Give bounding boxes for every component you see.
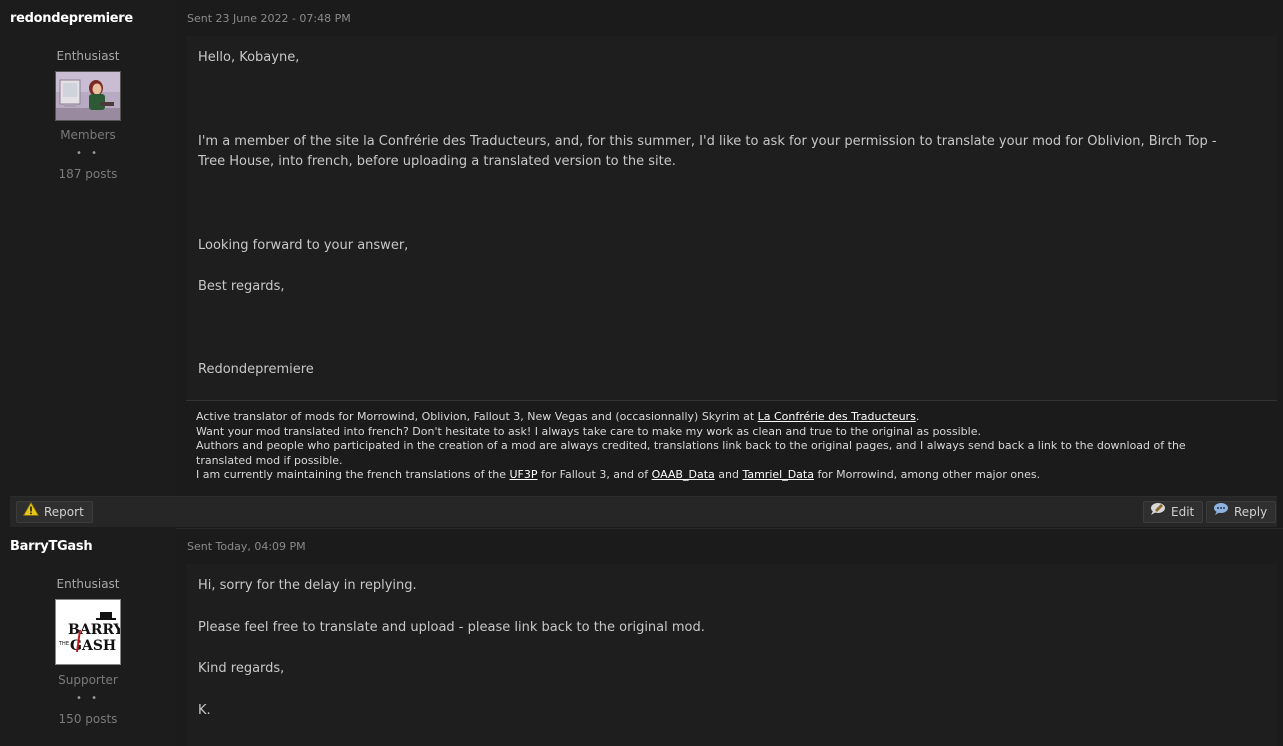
signature-link-tamriel[interactable]: Tamriel_Data (742, 468, 814, 481)
speech-bubble-pencil-icon (1150, 501, 1166, 523)
warning-triangle-icon (22, 501, 40, 523)
author-username[interactable]: redondepremiere (10, 11, 133, 26)
post-controls: Report Edit Reply (10, 496, 1277, 527)
signature-link-uf3p[interactable]: UF3P (510, 468, 538, 481)
author-info: BarryTGash Enthusiast BARRY THE GASH Sup… (0, 528, 176, 746)
avatar-text-top: BARRY (68, 622, 120, 638)
avatar-image (56, 72, 120, 120)
rank-pips: • • (76, 693, 100, 704)
reply-button[interactable]: Reply (1206, 501, 1277, 523)
post-count: 150 posts (58, 712, 118, 726)
speech-bubble-icon (1213, 501, 1229, 523)
member-group: Members (60, 128, 116, 142)
post-body: Hello, Kobayne, I'm a member of the site… (186, 36, 1277, 400)
signature-text: I am currently maintaining the french tr… (196, 468, 510, 482)
signature-link-oaab[interactable]: OAAB_Data (652, 468, 715, 481)
avatar-text-small: THE (58, 641, 69, 647)
signature-text: and (714, 468, 743, 482)
avatar[interactable] (55, 71, 121, 121)
signature-text: for Fallout 3, and of (537, 468, 652, 482)
post-paragraph: K. (198, 703, 211, 718)
signature-text: Active translator of mods for Morrowind,… (196, 410, 758, 423)
post-1: redondepremiere Enthusiast Members • • 1… (0, 0, 1283, 528)
post-2: BarryTGash Enthusiast BARRY THE GASH Sup… (0, 528, 1283, 746)
report-label: Report (44, 505, 84, 519)
author-info: redondepremiere Enthusiast Members • • 1… (0, 0, 176, 528)
author-username[interactable]: BarryTGash (10, 539, 93, 554)
reply-label: Reply (1234, 505, 1268, 519)
signature-line: I am currently maintaining the french tr… (186, 468, 1277, 483)
avatar[interactable]: BARRY THE GASH (55, 599, 121, 665)
post-date: Sent Today, 04:09 PM (187, 540, 306, 553)
signature-text: . (915, 410, 920, 423)
signature-line: Authors and people who participated in t… (196, 439, 1186, 467)
post-paragraph: Hi, sorry for the delay in replying. (198, 578, 417, 593)
post-date: Sent 23 June 2022 - 07:48 PM (187, 12, 351, 25)
report-button[interactable]: Report (16, 501, 93, 523)
signature-line: Active translator of mods for Morrowind,… (186, 410, 1277, 425)
member-title: Enthusiast (56, 577, 120, 591)
post-paragraph: Looking forward to your answer, (198, 238, 409, 253)
signature: Active translator of mods for Morrowind,… (186, 400, 1277, 492)
rank-pips: • • (76, 148, 100, 159)
post-paragraph: Hello, Kobayne, (198, 50, 300, 65)
post-paragraph: Kind regards, (198, 661, 285, 676)
post-paragraph: Please feel free to translate and upload… (198, 620, 705, 635)
avatar-image: BARRY THE GASH (56, 600, 120, 664)
post-paragraph: Best regards, (198, 279, 285, 294)
post-paragraph: Redondepremiere (198, 362, 314, 377)
signature-line: Want your mod translated into french? Do… (196, 424, 981, 438)
edit-label: Edit (1171, 505, 1195, 519)
post-count: 187 posts (58, 167, 118, 181)
edit-button[interactable]: Edit (1143, 501, 1204, 523)
post-paragraph: I'm a member of the site la Confrérie de… (198, 134, 1217, 169)
post-body: Hi, sorry for the delay in replying. Ple… (186, 564, 1277, 746)
member-title: Enthusiast (56, 49, 120, 63)
signature-text: for Morrowind, among other major ones. (813, 468, 1041, 482)
member-group: Supporter (58, 673, 118, 687)
signature-link-confrerie[interactable]: La Confrérie des Traducteurs (758, 410, 916, 423)
